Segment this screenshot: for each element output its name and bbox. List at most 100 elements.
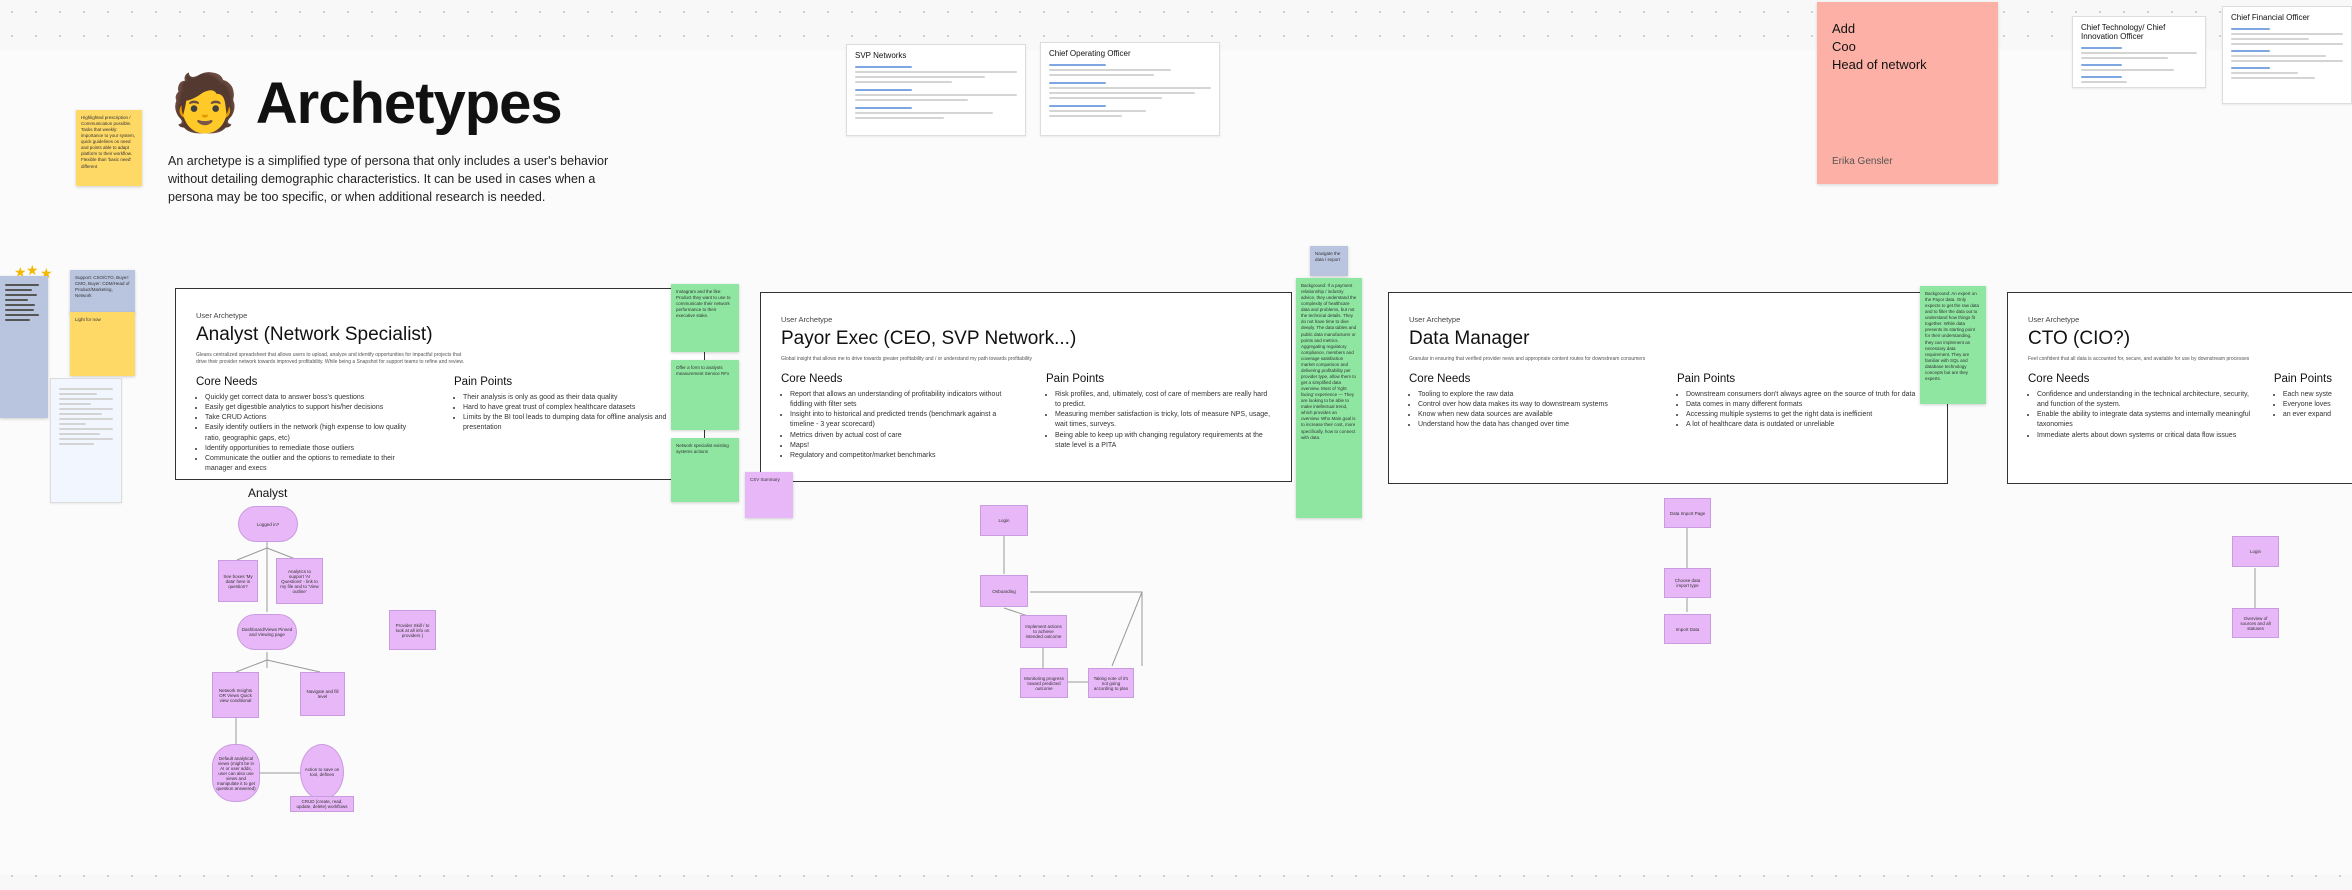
sticky-note-blue[interactable] xyxy=(0,276,48,418)
pain-point-item: Measuring member satisfaction is tricky,… xyxy=(1055,410,1271,430)
person-emoji-icon: 🧑 xyxy=(170,70,240,136)
pain-point-item: Hard to have great trust of complex heal… xyxy=(463,403,674,413)
flow-node[interactable]: Monitoring progress toward predicted out… xyxy=(1020,668,1068,698)
doc-chief-financial-officer[interactable]: Chief Financial Officer xyxy=(2222,6,2352,104)
card-kicker: User Archetype xyxy=(196,311,248,320)
sticky-note-roles[interactable]: Support: CSO/CTO, Buyer: CMO, Buyer: CDM… xyxy=(70,270,135,314)
core-need-item: Control over how data makes its way to d… xyxy=(1418,400,1637,410)
doc-title: SVP Networks xyxy=(855,51,907,60)
flow-node[interactable]: Logged in? xyxy=(238,506,298,542)
pain-point-item: Accessing multiple systems to get the ri… xyxy=(1686,410,1917,420)
flow-node[interactable]: Network Insights OR Views Quick view con… xyxy=(212,672,259,718)
sticky-note-yellow[interactable]: Highlighted prescription / Communication… xyxy=(76,110,142,186)
card-kicker: User Archetype xyxy=(1409,315,1461,324)
card-title: Data Manager xyxy=(1409,328,1530,349)
flow-node[interactable]: Login xyxy=(980,505,1028,536)
core-need-item: Enable the ability to integrate data sys… xyxy=(2037,410,2254,430)
sticky-note-pink-add-roles[interactable]: Add Coo Head of network Erika Gensler xyxy=(1817,2,1998,184)
card-title: Payor Exec (CEO, SVP Network...) xyxy=(781,328,1077,349)
doc-svp-networks[interactable]: SVP Networks xyxy=(846,44,1026,136)
flow-node[interactable]: Import Data xyxy=(1664,614,1711,644)
doc-chief-operating-officer[interactable]: Chief Operating Officer xyxy=(1040,42,1220,136)
flow-node[interactable]: See boxes 'My data' here in question? xyxy=(218,560,258,602)
pain-point-item: Each new syste xyxy=(2283,390,2332,400)
core-needs-section: Core Needs Tooling to explore the raw da… xyxy=(1409,373,1637,431)
core-need-item: Maps! xyxy=(790,441,1006,451)
core-need-item: Easily get digestible analytics to suppo… xyxy=(205,403,414,413)
sticky-note-green[interactable]: Offer a form to analysts measurement Ser… xyxy=(671,360,739,430)
pain-point-item: Downstream consumers don't always agree … xyxy=(1686,390,1917,400)
pain-points-heading: Pain Points xyxy=(1046,373,1105,385)
flow-node[interactable]: CRUD (create, read, update, delete) work… xyxy=(290,796,354,812)
core-needs-section: Core Needs Quickly get correct data to a… xyxy=(196,376,414,474)
pain-point-item: Being able to keep up with changing regu… xyxy=(1055,431,1271,451)
pain-points-heading: Pain Points xyxy=(454,376,513,388)
core-need-item: Insight into to historical and predicted… xyxy=(790,410,1006,430)
card-title: CTO (CIO?) xyxy=(2028,328,2131,349)
sticky-note-blue-small[interactable]: Navigate the data / export xyxy=(1310,246,1348,276)
core-needs-heading: Core Needs xyxy=(2028,373,2090,385)
flow-node[interactable]: Navigate and fill level xyxy=(300,672,345,716)
core-need-item: Identify opportunities to remediate thos… xyxy=(205,444,414,454)
card-kicker: User Archetype xyxy=(2028,315,2080,324)
sticky-note-green[interactable]: Instagram and the like: Product they wan… xyxy=(671,284,739,352)
core-need-item: Immediate alerts about down systems or c… xyxy=(2037,431,2254,441)
pain-point-item: an ever expand xyxy=(2283,410,2332,420)
flow-node[interactable]: Onboarding xyxy=(980,575,1028,607)
sticky-note-pink[interactable]: CSV Summary xyxy=(745,472,793,518)
core-need-item: Easily identify outliers in the network … xyxy=(205,423,414,443)
sticky-note-green-background[interactable]: Background: An expert on the Payor data.… xyxy=(1920,286,1986,404)
flow-node[interactable]: Overview of sources and all statuses xyxy=(2232,608,2279,638)
doc-title: Chief Financial Officer xyxy=(2231,13,2310,22)
doc-thumbnail-left[interactable] xyxy=(50,378,122,503)
pain-point-item: Risk profiles, and, ultimately, cost of … xyxy=(1055,390,1271,410)
core-needs-heading: Core Needs xyxy=(1409,373,1471,385)
page-title: Archetypes xyxy=(255,71,563,136)
card-title: Analyst (Network Specialist) xyxy=(196,324,433,345)
pain-point-item: Data comes in many different formats xyxy=(1686,400,1917,410)
flow-node[interactable]: Action to save on tool, defines xyxy=(300,744,344,800)
pain-points-heading: Pain Points xyxy=(2273,373,2332,385)
archetype-card-cto[interactable]: User Archetype CTO (CIO?) Feel confident… xyxy=(2007,292,2352,484)
core-needs-heading: Core Needs xyxy=(196,376,258,388)
card-description: Feel confident that all data is accounte… xyxy=(2028,356,2250,362)
card-description: Global insight that allows me to drive t… xyxy=(781,356,1032,362)
archetype-card-analyst[interactable]: User Archetype Analyst (Network Speciali… xyxy=(175,288,705,480)
doc-title: Chief Technology/ Chief Innovation Offic… xyxy=(2081,23,2166,41)
doc-cto-cio[interactable]: Chief Technology/ Chief Innovation Offic… xyxy=(2072,16,2206,88)
pain-point-item: Everyone loves xyxy=(2283,400,2332,410)
pain-point-item: A lot of healthcare data is outdated or … xyxy=(1686,420,1917,430)
flow-label-analyst: Analyst xyxy=(248,486,288,500)
card-description: Gleans centralized spreadsheet that allo… xyxy=(196,352,465,365)
intro-text: An archetype is a simplified type of per… xyxy=(168,154,609,205)
flow-node[interactable]: Dashboard/Views Pinned and Viewing page xyxy=(237,614,297,650)
pain-points-section: Pain Points Downstream consumers don't a… xyxy=(1677,373,1917,431)
pink-note-line: Head of network xyxy=(1832,57,1927,73)
core-need-item: Communicate the outlier and the options … xyxy=(205,454,414,474)
flow-node[interactable]: Analytics to support 'AI Questions' - li… xyxy=(276,558,323,604)
sticky-note-green[interactable]: Network specialist existing systems acti… xyxy=(671,438,739,502)
archetype-card-data-manager[interactable]: User Archetype Data Manager Granular in … xyxy=(1388,292,1948,484)
doc-title: Chief Operating Officer xyxy=(1049,49,1131,58)
pink-note-line: Add xyxy=(1832,21,1856,36)
flow-node[interactable]: Data Import Page xyxy=(1664,498,1711,528)
flow-node[interactable]: Provider Skill / to look at all info on … xyxy=(389,610,436,650)
header-title-group: 🧑 Archetypes xyxy=(170,70,563,137)
core-needs-heading: Core Needs xyxy=(781,373,843,385)
flow-node[interactable]: Choose data import type xyxy=(1664,568,1711,598)
pain-points-heading: Pain Points xyxy=(1677,373,1736,385)
core-need-item: Know when new data sources are available xyxy=(1418,410,1637,420)
card-kicker: User Archetype xyxy=(781,315,833,324)
core-needs-section: Core Needs Report that allows an underst… xyxy=(781,373,1006,461)
flow-node[interactable]: Taking note of it's not going according … xyxy=(1088,668,1134,698)
core-need-item: Tooling to explore the raw data xyxy=(1418,390,1637,400)
flow-node[interactable]: Implement actions to achieve intended ou… xyxy=(1020,615,1067,648)
flow-node[interactable]: Default analytical views (might be in AI… xyxy=(212,744,260,802)
flow-node[interactable]: Login xyxy=(2232,536,2279,567)
archetype-card-payor-exec[interactable]: User Archetype Payor Exec (CEO, SVP Netw… xyxy=(760,292,1292,482)
card-description: Granular in ensuring that verified provi… xyxy=(1409,356,1646,362)
sticky-note-green-background[interactable]: Background: If a payment relationship / … xyxy=(1296,278,1362,518)
sticky-note-yellow-side[interactable]: Light for now xyxy=(70,312,135,376)
core-need-item: Report that allows an understanding of p… xyxy=(790,390,1006,410)
pain-points-section: Pain Points Each new syste Everyone love… xyxy=(2274,373,2332,441)
